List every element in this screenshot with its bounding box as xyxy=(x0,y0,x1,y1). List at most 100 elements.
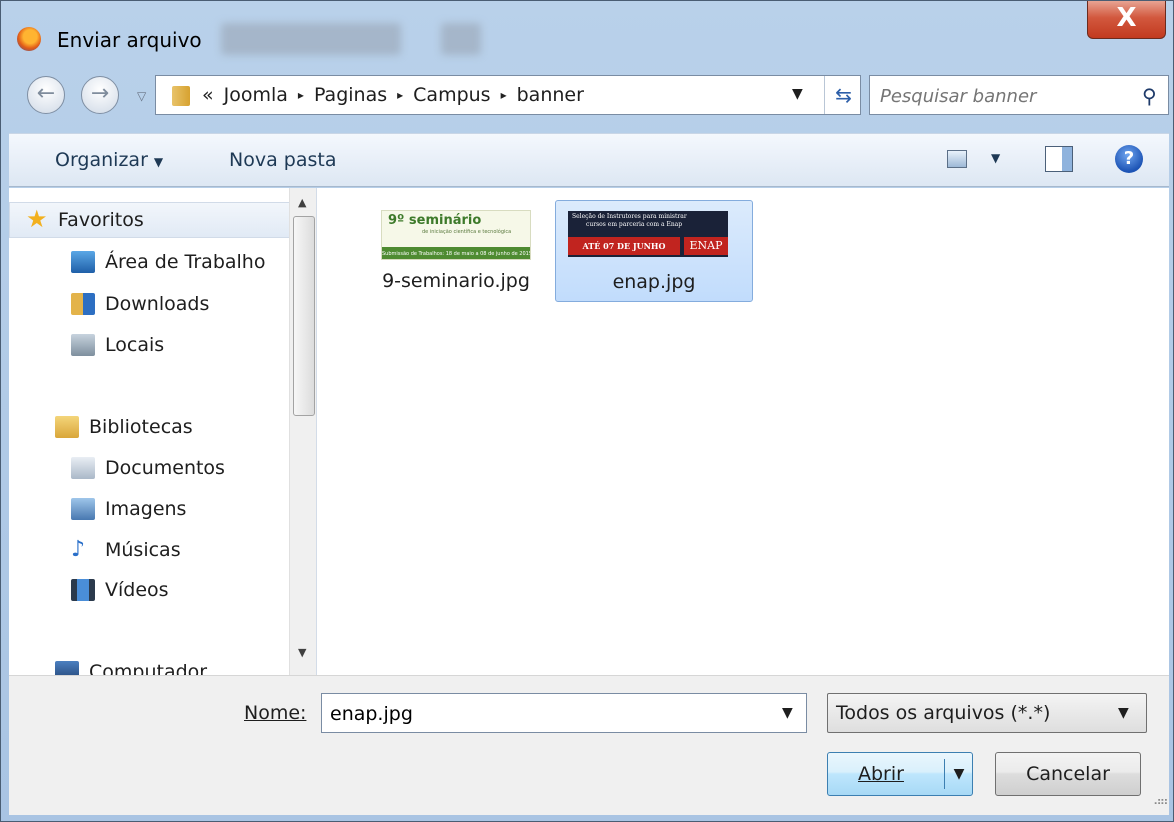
sidebar-scrollbar[interactable]: ▲ ▼ xyxy=(289,188,316,675)
organize-label: Organizar xyxy=(55,149,148,171)
file-type-value: Todos os arquivos (*.*) xyxy=(836,702,1051,724)
filename-combobox[interactable]: ▼ xyxy=(321,693,807,733)
navigation-bar: ← → ▽ « Joomla ▸ Paginas ▸ Campus ▸ bann… xyxy=(9,67,1169,125)
chevron-right-icon[interactable]: ▸ xyxy=(501,88,507,102)
command-bar: Organizar ▼ Nova pasta ▼ ? xyxy=(9,133,1169,187)
cancel-button[interactable]: Cancelar xyxy=(995,752,1141,796)
chevron-down-icon[interactable]: ▼ xyxy=(1118,705,1129,721)
preview-pane-icon[interactable] xyxy=(1045,146,1073,172)
blurred-background xyxy=(221,23,401,55)
window-title: Enviar arquivo xyxy=(57,28,202,52)
star-icon: ★ xyxy=(26,205,48,233)
file-item-enap[interactable]: Seleção de Instrutores para ministrar cu… xyxy=(555,200,753,302)
sidebar-item-label: Bibliotecas xyxy=(89,416,193,438)
scroll-up-icon[interactable]: ▲ xyxy=(298,196,306,209)
sidebar-item-label: Vídeos xyxy=(105,579,169,601)
name-label: Nome: xyxy=(244,702,306,724)
scrollbar-thumb[interactable] xyxy=(293,216,315,416)
view-options-icon[interactable] xyxy=(947,150,967,168)
file-list: 9º seminário de iniciação científica e t… xyxy=(317,188,1169,675)
thumbnail-logo: ENAP xyxy=(684,237,728,255)
arrow-right-icon: → xyxy=(90,81,110,106)
back-button[interactable]: ← xyxy=(27,76,65,114)
chevron-down-icon: ▼ xyxy=(153,155,164,169)
sidebar-item-label: Favoritos xyxy=(58,209,144,231)
help-icon[interactable]: ? xyxy=(1115,145,1143,173)
chevron-right-icon[interactable]: ▸ xyxy=(397,88,403,102)
breadcrumb-joomla[interactable]: Joomla xyxy=(224,84,288,106)
thumbnail-footer: Submissão de Trabalhos: 18 de maio a 08 … xyxy=(382,247,530,259)
recent-places-icon xyxy=(71,334,95,356)
view-dropdown-icon[interactable]: ▼ xyxy=(991,151,1000,165)
music-icon: ♪ xyxy=(71,537,86,562)
sidebar-item-favoritos[interactable]: ★ Favoritos xyxy=(9,202,291,238)
address-dropdown-icon[interactable]: ▼ xyxy=(792,86,803,102)
file-item-9-seminario[interactable]: 9º seminário de iniciação científica e t… xyxy=(357,200,555,302)
organize-button[interactable]: Organizar ▼ xyxy=(55,149,163,171)
folder-icon xyxy=(172,86,190,106)
forward-button[interactable]: → xyxy=(81,76,119,114)
open-button[interactable]: Abrir ▼ xyxy=(827,752,973,796)
sidebar-item-videos[interactable]: Vídeos xyxy=(71,572,316,608)
computer-icon xyxy=(55,661,79,675)
thumbnail-deadline: ATÉ 07 DE JUNHO xyxy=(568,237,680,255)
search-box[interactable]: ⚲ xyxy=(869,75,1169,115)
sidebar-item-bibliotecas[interactable]: Bibliotecas xyxy=(55,409,316,445)
sidebar-item-label: Área de Trabalho xyxy=(105,251,266,273)
sidebar-item-documentos[interactable]: Documentos xyxy=(71,450,316,486)
videos-icon xyxy=(71,579,95,601)
breadcrumb-campus[interactable]: Campus xyxy=(413,84,490,106)
sidebar-item-imagens[interactable]: Imagens xyxy=(71,491,316,527)
sidebar-item-label: Computador xyxy=(89,661,208,675)
recent-pages-dropdown[interactable]: ▽ xyxy=(137,89,151,103)
sidebar-item-label: Locais xyxy=(105,334,165,356)
sidebar-item-label: Imagens xyxy=(105,498,187,520)
sidebar-item-downloads[interactable]: Downloads xyxy=(71,286,316,322)
documents-icon xyxy=(71,457,95,479)
breadcrumb-paginas[interactable]: Paginas xyxy=(314,84,387,106)
filename-input[interactable] xyxy=(330,701,770,727)
firefox-icon xyxy=(17,27,41,51)
sidebar-item-musicas[interactable]: ♪ Músicas xyxy=(71,532,316,568)
file-type-select[interactable]: Todos os arquivos (*.*) ▼ xyxy=(827,693,1147,733)
resize-grip-icon[interactable]: ⠴⠶ xyxy=(1153,794,1169,808)
breadcrumb-overflow[interactable]: « xyxy=(202,84,214,106)
file-dialog: Enviar arquivo X ← → ▽ « Joomla ▸ Pagina… xyxy=(0,0,1174,822)
thumbnail-subtitle: cursos em parceria com a Enap xyxy=(586,221,683,228)
sidebar-item-computador[interactable]: Computador xyxy=(55,654,316,675)
open-button-label: Abrir xyxy=(858,753,904,795)
thumbnail-subtitle: de iniciação científica e tecnológica xyxy=(422,229,512,235)
refresh-icon[interactable]: ⇆ xyxy=(824,76,862,114)
address-bar[interactable]: « Joomla ▸ Paginas ▸ Campus ▸ banner ▼ ⇆ xyxy=(155,75,861,115)
close-button[interactable]: X xyxy=(1087,1,1166,39)
libraries-icon xyxy=(55,416,79,438)
file-name: 9-seminario.jpg xyxy=(382,270,530,292)
sidebar-item-area-de-trabalho[interactable]: Área de Trabalho xyxy=(71,244,316,280)
sidebar-item-label: Downloads xyxy=(105,293,210,315)
thumbnail-title: Seleção de Instrutores para ministrar xyxy=(572,213,687,220)
open-label-text: Abrir xyxy=(858,763,904,785)
search-input[interactable] xyxy=(880,84,1130,108)
downloads-icon xyxy=(71,293,95,315)
scroll-down-icon[interactable]: ▼ xyxy=(298,646,306,659)
chevron-down-icon[interactable]: ▼ xyxy=(948,753,970,795)
new-folder-button[interactable]: Nova pasta xyxy=(229,149,336,171)
breadcrumb-banner[interactable]: banner xyxy=(517,84,584,106)
chevron-down-icon[interactable]: ▼ xyxy=(782,705,793,721)
file-thumbnail: Seleção de Instrutores para ministrar cu… xyxy=(568,211,728,257)
navigation-pane: ★ Favoritos Área de Trabalho Downloads L… xyxy=(9,188,317,675)
sidebar-item-locais[interactable]: Locais xyxy=(71,327,316,363)
arrow-left-icon: ← xyxy=(36,81,56,106)
blurred-background xyxy=(441,23,481,55)
search-icon[interactable]: ⚲ xyxy=(1142,84,1166,108)
file-name: enap.jpg xyxy=(612,271,696,293)
dialog-footer: Nome: ▼ Todos os arquivos (*.*) ▼ Abrir … xyxy=(9,675,1169,815)
name-label-text: Nome: xyxy=(244,702,307,724)
desktop-icon xyxy=(71,251,95,273)
sidebar-item-label: Documentos xyxy=(105,457,225,479)
sidebar-item-label: Músicas xyxy=(105,539,181,561)
breadcrumb: « Joomla ▸ Paginas ▸ Campus ▸ banner xyxy=(202,84,584,106)
thumbnail-title: 9º seminário xyxy=(388,213,482,228)
chevron-right-icon[interactable]: ▸ xyxy=(298,88,304,102)
pictures-icon xyxy=(71,498,95,520)
